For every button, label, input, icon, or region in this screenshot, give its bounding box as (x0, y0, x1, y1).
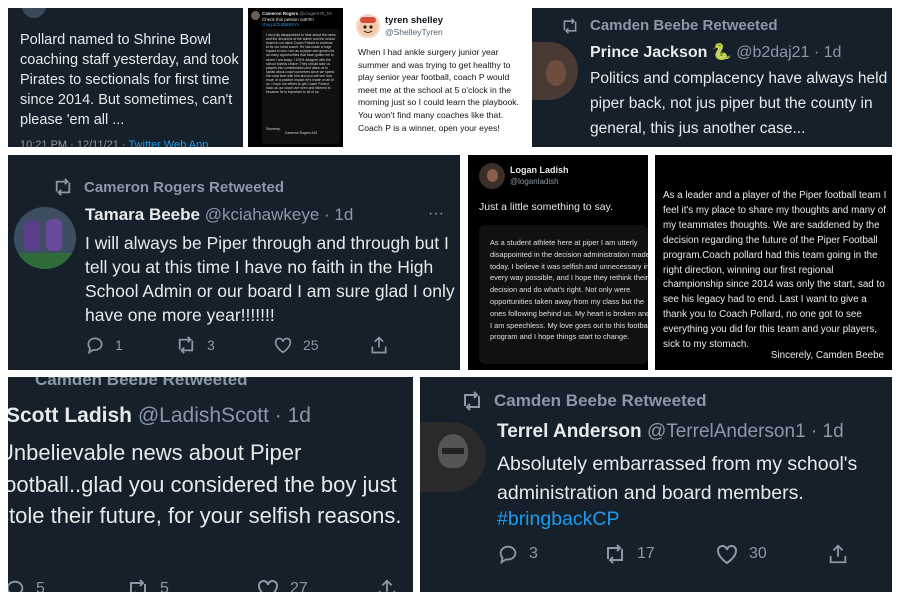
share-icon (371, 336, 387, 354)
tweet-text: Absolutely embarrassed from my school's … (497, 453, 858, 504)
reply-button[interactable]: 5 (8, 578, 126, 592)
statement-camden-beebe: As a leader and a player of the Piper fo… (655, 155, 892, 370)
statement-text: As a leader and a player of the Piper fo… (663, 190, 887, 351)
tweet-prince-jackson: Camden Beebe Retweeted Prince Jackson 🐍 … (532, 8, 892, 147)
tweet-tyren-shelley: tyren shelley @ShelleyTyren When I had a… (350, 8, 525, 147)
tweet-actions: 3 17 30 (497, 543, 849, 565)
retweet-icon (464, 391, 480, 411)
petition-link[interactable]: chng.it/ZuBM8SYx (262, 22, 299, 27)
like-button[interactable]: 30 (715, 543, 827, 565)
tweet-text: Just a little something to say. (479, 201, 614, 213)
reply-icon (87, 337, 103, 355)
tweet-header: Scott Ladish @LadishScott · 1d (8, 404, 311, 427)
tweet-text: Politics and complacency have always hel… (590, 70, 888, 137)
hashtag-link[interactable]: #bringbackCP (497, 508, 619, 531)
tweet-avatar[interactable] (22, 8, 46, 18)
note-text: As a student athlete here at piper I am … (490, 238, 648, 342)
retweet-icon (130, 579, 146, 592)
retweet-button[interactable]: 3 (175, 336, 273, 354)
heart-icon (258, 579, 278, 592)
tweet-name[interactable]: tyren shelley (385, 15, 443, 26)
tweet-terrel-anderson: Camden Beebe Retweeted Terrel Anderson @… (420, 377, 892, 592)
tweet-header: Cameron Rogers @crogers70_10 (262, 11, 332, 16)
avatar[interactable] (532, 42, 578, 100)
retweet-icon (563, 17, 577, 34)
tweet-scott-ladish: Camden Beebe Retweeted Scott Ladish @Lad… (8, 377, 413, 592)
letter-image[interactable]: I am truly disappointed to hear about th… (262, 29, 340, 144)
tweet-app-link[interactable]: Twitter Web App (128, 139, 208, 147)
heart-icon (274, 337, 292, 354)
share-icon (829, 544, 847, 564)
tweet-cameron-rogers-petition: Cameron Rogers @crogers70_10 Check this … (248, 8, 343, 147)
retweet-button[interactable]: 5 (126, 579, 256, 592)
retweet-icon (607, 544, 623, 564)
avatar[interactable] (420, 422, 486, 492)
tweet-header: Prince Jackson 🐍 @b2daj21 · 1d (590, 44, 842, 61)
tweet-actions: 5 5 27 (8, 578, 398, 592)
letter-text: I am truly disappointed to hear about th… (266, 33, 336, 95)
retweet-button[interactable]: 17 (603, 544, 715, 564)
avatar[interactable] (356, 14, 380, 38)
letter-sign: Sincerely, Cameron Rogers #10 (266, 127, 318, 136)
snake-emoji: 🐍 (711, 44, 732, 61)
retweeted-by: Camden Beebe Retweeted (35, 377, 248, 389)
tweet-name[interactable]: Logan Ladish (510, 165, 569, 175)
tweet-header: Tamara Beebe @kciahawkeye · 1d (85, 205, 354, 224)
tweet-meta: 10:21 PM · 12/11/21 · Twitter Web App (20, 139, 208, 147)
reply-icon (499, 545, 517, 565)
heart-icon (717, 544, 737, 565)
tweet-text: Unbelievable news about Piper football..… (8, 440, 402, 528)
avatar[interactable] (14, 207, 76, 269)
tweet-pollard-shrine-bowl: Pollard named to Shrine Bowl coaching st… (8, 8, 243, 147)
cartoon-face-icon (359, 17, 377, 36)
reply-button[interactable]: 1 (85, 335, 175, 355)
tweet-handle[interactable]: @ShelleyTyren (385, 27, 443, 37)
more-options-icon[interactable]: ··· (428, 205, 444, 223)
share-icon (378, 579, 396, 592)
share-button[interactable] (376, 578, 398, 592)
tweet-intro: Check this petition out!!!!!! chng.it/Zu… (262, 17, 314, 27)
retweet-icon (178, 336, 194, 354)
tweet-text: Pollard named to Shrine Bowl coaching st… (20, 32, 239, 128)
tweet-tamara-beebe: Cameron Rogers Retweeted Tamara Beebe @k… (8, 155, 460, 370)
avatar[interactable] (479, 163, 505, 189)
avatar[interactable] (251, 11, 260, 20)
retweeted-by: Cameron Rogers Retweeted (52, 178, 284, 196)
statement-sign: Sincerely, Camden Beebe (770, 350, 884, 361)
tweet-text: When I had ankle surgery junior year sum… (358, 47, 519, 133)
share-button[interactable] (827, 543, 849, 565)
like-button[interactable]: 25 (273, 336, 369, 354)
reply-icon (8, 580, 24, 592)
retweet-icon (55, 178, 71, 196)
retweeted-by: Camden Beebe Retweeted (460, 391, 707, 411)
tweet-logan-ladish: Logan Ladish @loganladish Just a little … (468, 155, 648, 370)
like-button[interactable]: 27 (256, 578, 376, 592)
tweet-header: Terrel Anderson @TerrelAnderson1 · 1d (497, 421, 844, 442)
reply-button[interactable]: 3 (497, 543, 603, 565)
note-image[interactable]: As a student athlete here at piper I am … (479, 225, 648, 364)
tweet-text: I will always be Piper through and throu… (85, 233, 455, 325)
retweeted-by: Camden Beebe Retweeted (560, 17, 778, 34)
tweet-handle[interactable]: @loganladish (510, 177, 559, 186)
tweet-actions: 1 3 25 (85, 335, 389, 355)
share-button[interactable] (369, 335, 389, 355)
